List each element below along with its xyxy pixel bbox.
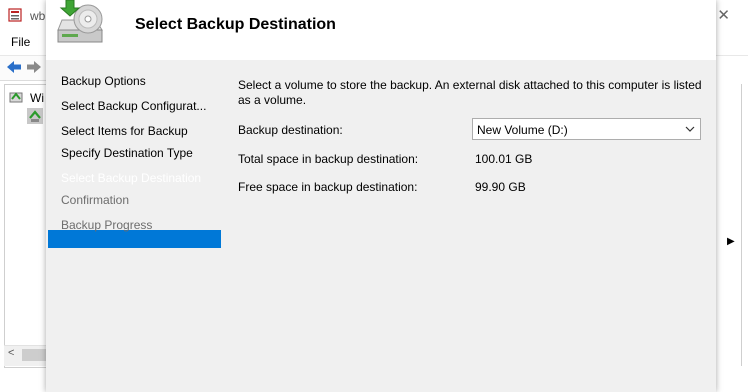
step-select-backup-configuration[interactable]: Select Backup Configurat... (61, 99, 206, 113)
backup-tree-icon[interactable] (9, 90, 23, 104)
expand-arrow-icon[interactable]: ▶ (727, 236, 735, 247)
step-specify-destination-type[interactable]: Specify Destination Type (61, 146, 193, 160)
console-tree (4, 84, 47, 368)
background-window-title: wb (30, 9, 46, 23)
wizard-content: Select a volume to store the backup. An … (222, 60, 716, 392)
chevron-down-icon (685, 126, 695, 132)
backup-tree-icon[interactable] (27, 108, 43, 124)
actions-pane (716, 56, 748, 392)
step-backup-progress: Backup Progress (61, 218, 153, 232)
step-confirmation: Confirmation (61, 193, 130, 207)
scrollbar-thumb[interactable] (22, 349, 46, 361)
wizard-header: Select Backup Destination (46, 0, 716, 60)
backup-drive-icon (57, 0, 103, 43)
backup-destination-label: Backup destination: (238, 123, 343, 137)
step-select-items-for-backup[interactable]: Select Items for Backup (61, 124, 188, 138)
step-select-backup-destination[interactable]: Select Backup Destination (61, 171, 201, 185)
instruction-text: Select a volume to store the backup. An … (238, 78, 702, 107)
total-space-label: Total space in backup destination: (238, 152, 419, 166)
forward-arrow-icon[interactable] (26, 59, 42, 75)
close-icon[interactable]: ✕ (717, 6, 730, 24)
active-step-highlight (48, 230, 221, 248)
step-backup-options[interactable]: Backup Options (61, 74, 146, 88)
dropdown-selected-value: New Volume (D:) (477, 123, 568, 137)
pane-divider (741, 84, 742, 366)
total-space-value: 100.01 GB (475, 152, 533, 166)
wizard-steps: Backup Options Select Backup Configurat.… (46, 60, 222, 392)
scroll-left-icon[interactable]: < (8, 347, 14, 359)
backup-destination-dropdown[interactable]: New Volume (D:) (472, 118, 701, 140)
free-space-label: Free space in backup destination: (238, 180, 418, 194)
wizard-title: Select Backup Destination (135, 16, 336, 33)
free-space-value: 99.90 GB (475, 180, 526, 194)
tree-item-label[interactable]: Wi (30, 91, 44, 105)
menu-file[interactable]: File (11, 35, 30, 49)
backup-wizard-dialog: Select Backup Destination Backup Options… (46, 0, 716, 392)
app-icon (8, 8, 22, 22)
back-arrow-icon[interactable] (6, 59, 22, 75)
